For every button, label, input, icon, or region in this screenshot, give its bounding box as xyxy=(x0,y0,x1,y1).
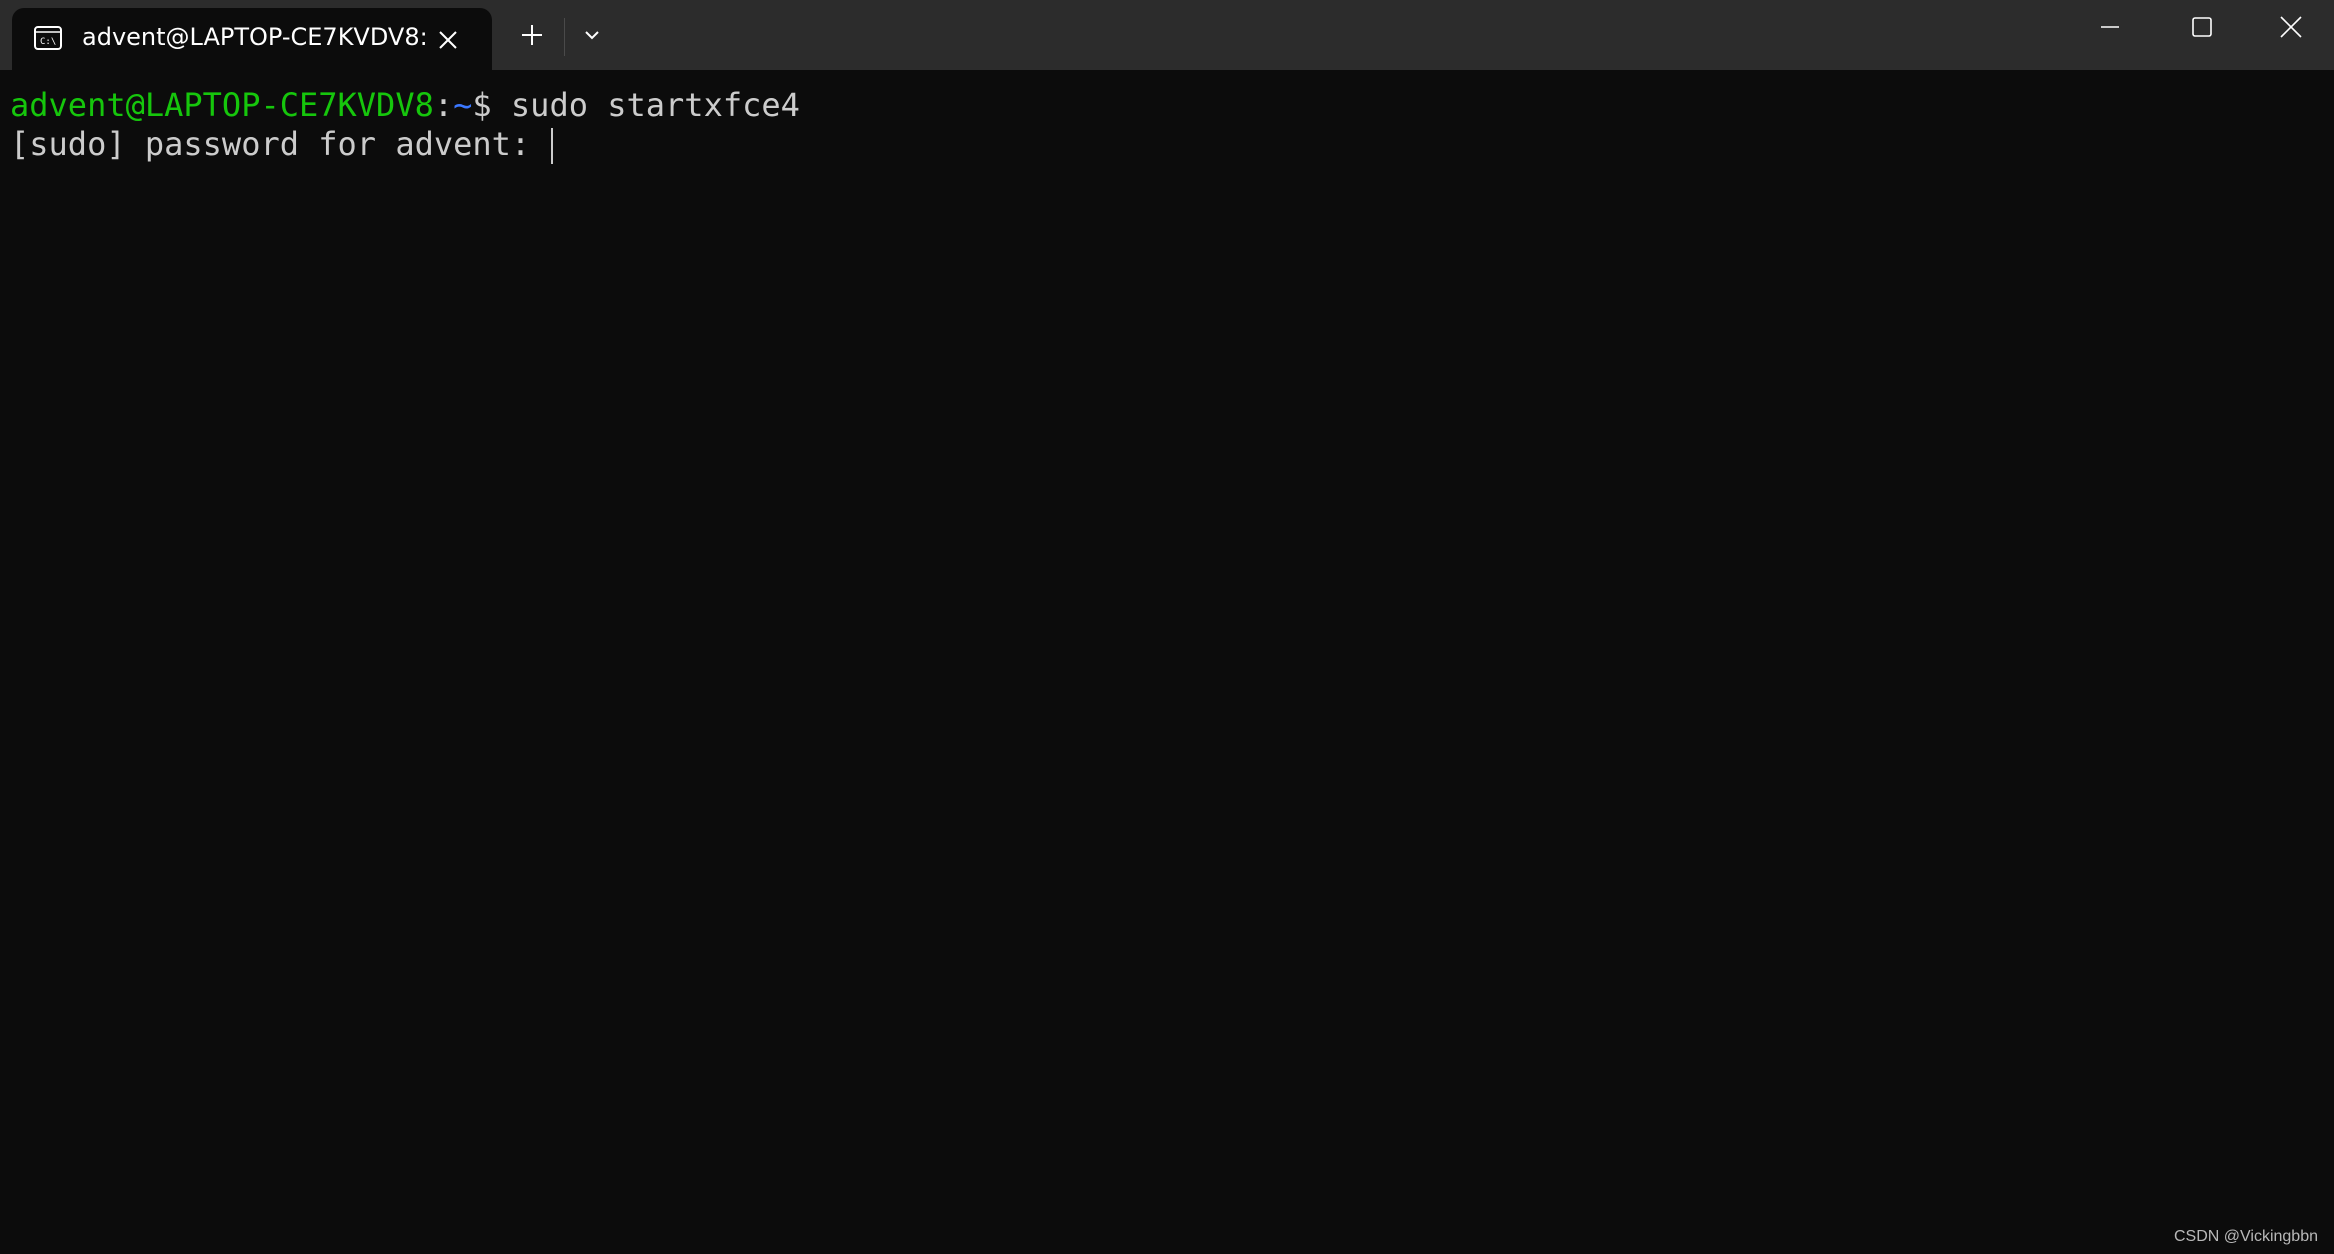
terminal-icon: C:\ xyxy=(32,22,64,54)
tab-dropdown-button[interactable] xyxy=(572,17,612,57)
close-icon xyxy=(2279,15,2303,43)
minimize-button[interactable] xyxy=(2064,0,2156,58)
tab-active[interactable]: C:\ advent@LAPTOP-CE7KVDV8: xyxy=(12,8,492,70)
svg-text:C:\: C:\ xyxy=(40,37,56,47)
maximize-icon xyxy=(2191,16,2213,42)
minimize-icon xyxy=(2099,16,2121,42)
maximize-button[interactable] xyxy=(2156,0,2248,58)
new-tab-button[interactable] xyxy=(512,17,552,57)
tab-title: advent@LAPTOP-CE7KVDV8: xyxy=(82,23,428,51)
terminal-window: C:\ advent@LAPTOP-CE7KVDV8: advent@LAPTO… xyxy=(0,0,2334,1254)
terminal-line: [sudo] password for advent: xyxy=(10,124,554,164)
terminal-output[interactable]: advent@LAPTOP-CE7KVDV8:~$ sudo startxfce… xyxy=(0,70,2334,1254)
watermark: CSDN @Vickingbbn xyxy=(2173,1228,2318,1245)
terminal-line: advent@LAPTOP-CE7KVDV8:~$ sudo startxfce… xyxy=(10,85,800,125)
prompt-path: ~ xyxy=(453,86,473,124)
window-close-button[interactable] xyxy=(2248,0,2334,58)
title-bar: C:\ advent@LAPTOP-CE7KVDV8: xyxy=(0,0,2334,70)
plus-icon xyxy=(520,23,544,51)
prompt-user-host: advent@LAPTOP-CE7KVDV8 xyxy=(10,86,434,124)
close-icon[interactable] xyxy=(430,22,466,58)
prompt-dollar: $ xyxy=(472,86,492,124)
command-text: sudo startxfce4 xyxy=(491,86,800,124)
sudo-password-prompt: [sudo] password for advent: xyxy=(10,125,550,163)
tab-separator xyxy=(564,18,565,56)
chevron-down-icon xyxy=(582,25,602,49)
prompt-separator: : xyxy=(433,86,454,124)
text-cursor xyxy=(551,128,554,164)
